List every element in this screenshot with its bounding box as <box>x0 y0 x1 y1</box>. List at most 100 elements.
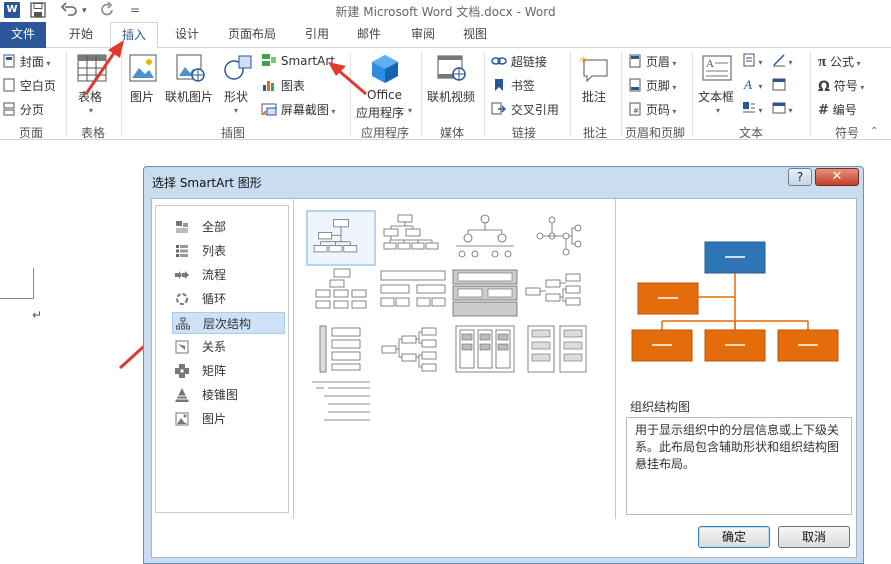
layout-thumbnail[interactable] <box>306 266 376 322</box>
online-picture-icon <box>176 54 206 85</box>
close-button[interactable]: ✕ <box>815 168 859 186</box>
page-number-icon: # <box>628 102 642 119</box>
textbox-icon: A <box>702 54 732 85</box>
org-chart-preview <box>631 241 839 362</box>
comment-button[interactable]: ✳ 批注 <box>578 54 612 104</box>
bookmark-icon <box>491 78 507 95</box>
page-break-button[interactable]: 分页 <box>2 101 44 119</box>
tab-view[interactable]: 视图 <box>452 22 498 48</box>
footer-icon <box>628 78 642 95</box>
picture-icon <box>129 54 157 85</box>
textbox-button[interactable]: A 文本框 ▾ <box>698 54 738 120</box>
header-button[interactable]: 页眉 ▾ <box>628 53 676 71</box>
screenshot-button[interactable]: 屏幕截图 ▾ <box>261 101 335 119</box>
preview-child-node <box>777 329 839 362</box>
tab-references[interactable]: 引用 <box>294 22 340 48</box>
group-separator <box>484 52 485 136</box>
tab-review[interactable]: 审阅 <box>400 22 446 48</box>
layout-thumbnail[interactable] <box>378 322 448 378</box>
online-video-icon <box>437 54 467 85</box>
layout-thumbnail[interactable] <box>450 210 520 266</box>
drop-cap-button[interactable]: ▾ <box>742 101 763 118</box>
layout-thumbnail[interactable] <box>450 266 520 322</box>
cover-page-icon <box>2 54 16 71</box>
group-label-header-footer: 页眉和页脚 <box>624 126 685 140</box>
picture-button[interactable]: 图片 <box>128 54 158 104</box>
paragraph-mark-icon: ↵ <box>32 308 43 322</box>
online-video-button[interactable]: 联机视频 <box>427 54 477 104</box>
cover-page-button[interactable]: 封面 ▾ <box>2 53 50 71</box>
chart-icon <box>261 78 277 95</box>
category-hierarchy[interactable]: 层次结构 <box>172 312 285 334</box>
layout-thumbnail[interactable] <box>522 266 592 322</box>
matrix-icon <box>175 364 189 378</box>
category-relationship[interactable]: 关系 <box>171 336 286 358</box>
symbol-button[interactable]: Ω 符号 ▾ <box>818 77 864 95</box>
help-button[interactable]: ? <box>788 168 812 186</box>
layout-thumbnail[interactable] <box>522 210 592 266</box>
pi-icon: π <box>818 54 827 70</box>
object-button[interactable]: ▾ <box>772 101 793 118</box>
tab-mailings[interactable]: 邮件 <box>346 22 392 48</box>
layout-thumbnail[interactable] <box>306 210 376 266</box>
category-cycle[interactable]: 循环 <box>171 288 286 310</box>
category-all[interactable]: 全部 <box>171 216 286 238</box>
annotation-arrow <box>84 40 124 95</box>
tab-file[interactable]: 文件 <box>0 22 46 48</box>
layout-thumbnail[interactable] <box>378 266 448 322</box>
group-label-tables: 表格 <box>80 126 105 140</box>
quick-parts-button[interactable]: ▾ <box>742 53 763 70</box>
dropdown-caret-icon: ▾ <box>756 58 763 67</box>
hyperlink-button[interactable]: 超链接 <box>491 53 547 71</box>
layout-thumbnail[interactable] <box>306 322 376 378</box>
group-label-pages: 页面 <box>18 126 43 140</box>
dropdown-caret-icon: ▾ <box>408 106 413 115</box>
cancel-button[interactable]: 取消 <box>778 526 850 548</box>
collapse-ribbon-icon[interactable]: ⌃ <box>870 126 878 137</box>
drop-cap-icon <box>742 101 756 118</box>
blank-page-icon <box>2 78 16 95</box>
signature-line-button[interactable]: ▾ <box>772 53 793 70</box>
screenshot-icon <box>261 102 277 119</box>
comment-icon: ✳ <box>578 54 610 85</box>
tab-page-layout[interactable]: 页面布局 <box>218 22 286 48</box>
online-picture-button[interactable]: 联机图片 <box>165 54 217 104</box>
dropdown-caret-icon: ▾ <box>669 59 677 68</box>
chart-button[interactable]: 图表 <box>261 77 305 95</box>
layout-thumbnail[interactable] <box>378 210 448 266</box>
equation-button[interactable]: π 公式 ▾ <box>818 53 861 71</box>
group-label-links: 链接 <box>511 126 536 140</box>
margin-corner-mark <box>33 268 34 298</box>
shapes-button[interactable]: 形状 ▾ <box>222 54 254 120</box>
preview-assistant-node <box>637 282 699 315</box>
svg-text:A: A <box>706 58 714 70</box>
category-pyramid[interactable]: 棱锥图 <box>171 384 286 406</box>
tab-design[interactable]: 设计 <box>164 22 210 48</box>
dropdown-caret-icon: ▾ <box>756 106 763 115</box>
category-picture[interactable]: 图片 <box>171 408 286 430</box>
cross-reference-button[interactable]: 交叉引用 <box>491 101 559 119</box>
dropdown-caret-icon: ▾ <box>234 106 239 115</box>
layout-thumbnail[interactable] <box>522 322 592 378</box>
layout-thumbnail[interactable] <box>306 378 376 434</box>
wordart-button[interactable]: A ▾ <box>742 77 763 94</box>
header-icon <box>628 54 642 71</box>
footer-button[interactable]: 页脚 ▾ <box>628 77 676 95</box>
category-list-item[interactable]: 列表 <box>171 240 286 262</box>
bookmark-button[interactable]: 书签 <box>491 77 535 95</box>
category-matrix[interactable]: 矩阵 <box>171 360 286 382</box>
date-time-button[interactable] <box>772 77 786 94</box>
numbering-icon: # <box>818 103 829 118</box>
blank-page-button[interactable]: 空白页 <box>2 77 56 95</box>
pyramid-icon <box>175 388 189 402</box>
ok-button[interactable]: 确定 <box>698 526 770 548</box>
dropdown-caret-icon: ▾ <box>857 83 865 92</box>
layout-thumbnail[interactable] <box>450 322 520 378</box>
category-process[interactable]: 流程 <box>171 264 286 286</box>
page-number-button[interactable]: # 页码 ▾ <box>628 101 676 119</box>
numbering-button[interactable]: # 编号 <box>818 101 857 118</box>
smartart-button[interactable]: SmartArt <box>261 53 335 70</box>
omega-icon: Ω <box>818 78 830 95</box>
dropdown-caret-icon: ▾ <box>328 107 336 116</box>
preview-child-node <box>631 329 693 362</box>
